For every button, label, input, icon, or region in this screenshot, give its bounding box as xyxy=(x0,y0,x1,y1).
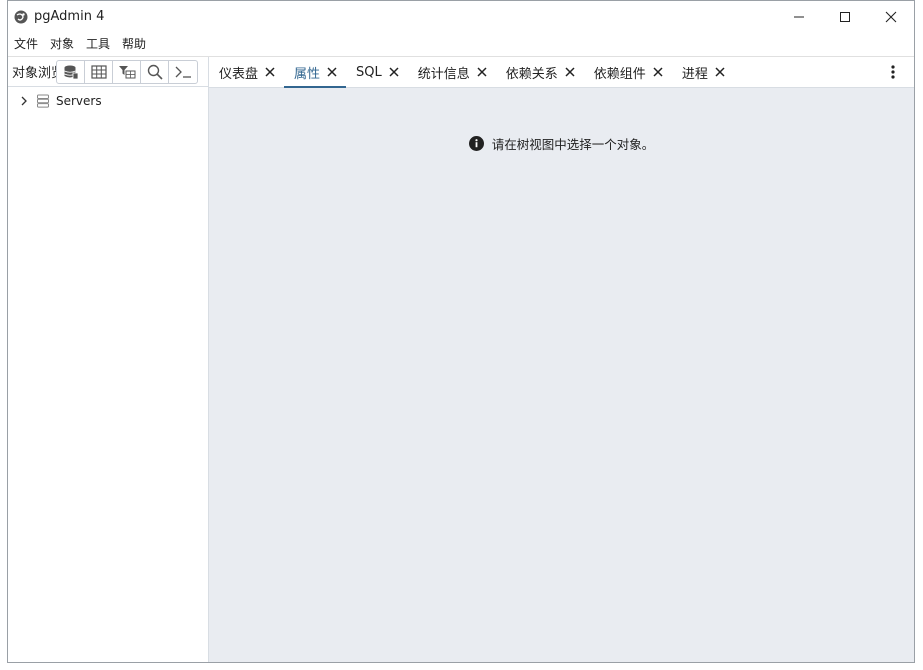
window-title: pgAdmin 4 xyxy=(34,9,105,24)
filter-table-icon xyxy=(118,65,135,78)
app-window: pgAdmin 4 文件 对象 工具 帮助 对象浏览器 xyxy=(7,0,915,663)
tab-processes[interactable]: 进程 xyxy=(672,57,734,87)
close-tab-icon[interactable] xyxy=(476,66,488,78)
terminal-icon xyxy=(175,66,191,78)
menu-help[interactable]: 帮助 xyxy=(116,32,152,56)
tab-label: 属性 xyxy=(294,66,321,82)
more-vertical-icon xyxy=(891,65,895,79)
more-options-button[interactable] xyxy=(886,64,900,80)
tab-dependents[interactable]: 依赖组件 xyxy=(584,57,672,87)
menu-tools[interactable]: 工具 xyxy=(80,32,116,56)
tab-label: SQL xyxy=(356,64,382,80)
search-objects-button[interactable] xyxy=(141,60,169,83)
tree-node-label: Servers xyxy=(56,94,102,108)
menu-bar: 文件 对象 工具 帮助 xyxy=(8,32,914,57)
object-tree: Servers xyxy=(8,87,208,111)
close-tab-icon[interactable] xyxy=(714,66,726,78)
panel-title: 对象浏览器 xyxy=(12,66,56,81)
minimize-button[interactable] xyxy=(776,1,822,32)
close-tab-icon[interactable] xyxy=(564,66,576,78)
tab-statistics[interactable]: 统计信息 xyxy=(408,57,496,87)
info-icon xyxy=(468,136,484,151)
close-tab-icon[interactable] xyxy=(388,66,400,78)
maximize-button[interactable] xyxy=(822,1,868,32)
tab-label: 仪表盘 xyxy=(219,66,259,82)
main-panel: 仪表盘 属性 SQL 统计信息 依赖关系 依赖组件 进程 请在树视图中选择一个对… xyxy=(209,57,914,662)
info-message-text: 请在树视图中选择一个对象。 xyxy=(491,137,655,152)
tab-content: 请在树视图中选择一个对象。 xyxy=(209,88,914,662)
server-group-icon xyxy=(36,94,50,108)
title-bar: pgAdmin 4 xyxy=(8,1,914,32)
minimize-icon xyxy=(794,16,804,17)
tab-sql[interactable]: SQL xyxy=(346,57,408,87)
pgadmin-logo-icon xyxy=(14,10,28,24)
tab-dependencies[interactable]: 依赖关系 xyxy=(496,57,584,87)
close-tab-icon[interactable] xyxy=(326,66,338,78)
close-icon xyxy=(885,11,897,22)
table-icon xyxy=(90,64,107,79)
tab-label: 进程 xyxy=(681,66,708,82)
tab-label: 依赖组件 xyxy=(593,66,646,82)
tab-label: 依赖关系 xyxy=(505,66,558,82)
menu-file[interactable]: 文件 xyxy=(8,32,44,56)
tree-node-servers[interactable]: Servers xyxy=(8,91,208,111)
chevron-right-icon[interactable] xyxy=(18,95,30,107)
filtered-rows-button[interactable] xyxy=(113,60,141,83)
object-explorer-toolbar: 对象浏览器 xyxy=(8,57,208,87)
close-window-button[interactable] xyxy=(868,1,914,32)
close-tab-icon[interactable] xyxy=(264,66,276,78)
explorer-tool-group xyxy=(56,59,198,84)
query-tool-button[interactable] xyxy=(57,60,85,83)
tab-label: 统计信息 xyxy=(417,66,470,82)
tab-properties[interactable]: 属性 xyxy=(284,57,347,88)
maximize-icon xyxy=(840,11,850,22)
view-data-button[interactable] xyxy=(85,60,113,83)
object-explorer-panel: 对象浏览器 xyxy=(8,57,209,662)
menu-object[interactable]: 对象 xyxy=(44,32,80,56)
psql-tool-button[interactable] xyxy=(169,61,197,83)
search-icon xyxy=(147,64,163,80)
tab-bar: 仪表盘 属性 SQL 统计信息 依赖关系 依赖组件 进程 xyxy=(209,57,914,88)
database-icon xyxy=(63,65,78,79)
info-message: 请在树视图中选择一个对象。 xyxy=(209,134,914,153)
close-tab-icon[interactable] xyxy=(652,66,664,78)
tab-dashboard[interactable]: 仪表盘 xyxy=(209,57,284,87)
